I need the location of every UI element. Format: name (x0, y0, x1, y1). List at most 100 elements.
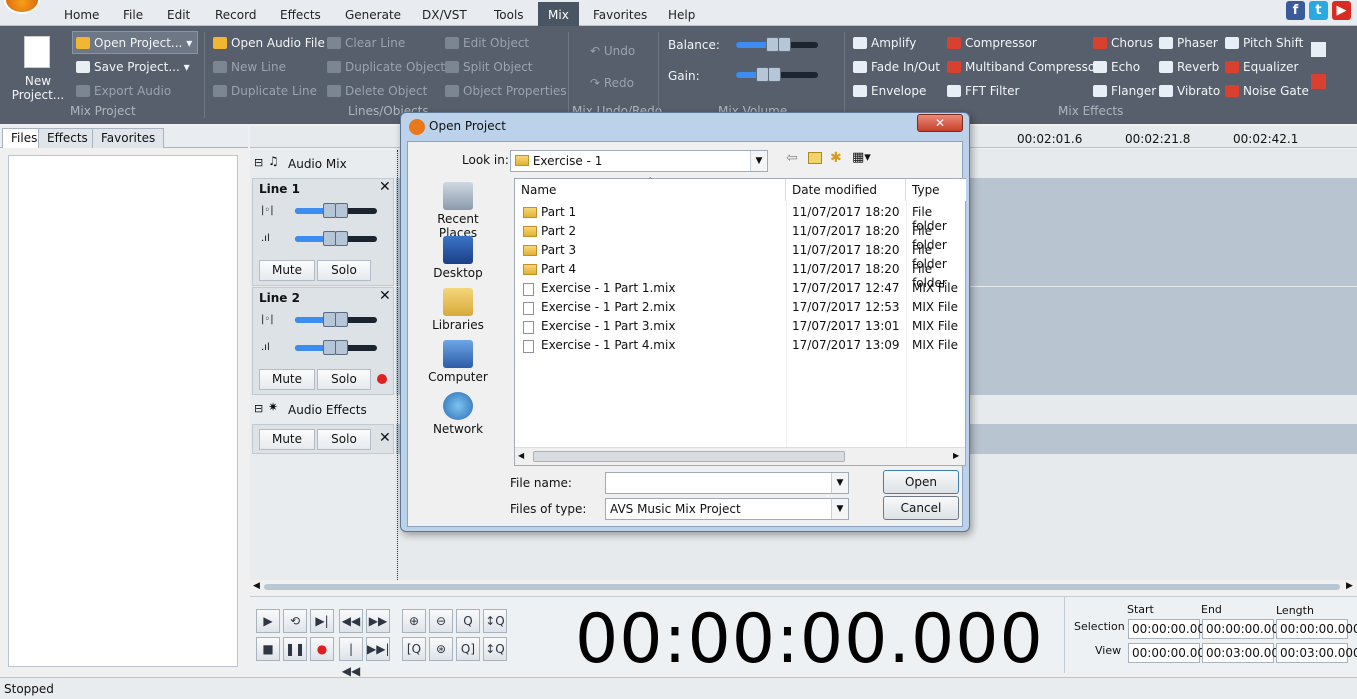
view-end-field[interactable]: 00:03:00.000 (1202, 643, 1287, 663)
tab-favorites[interactable]: Favorites (92, 128, 165, 148)
file-row[interactable]: Part 2 11/07/2017 18:20 File folder (515, 222, 965, 252)
open-button[interactable]: Open (883, 470, 959, 494)
tab-effects[interactable]: Effects (38, 128, 97, 148)
file-row[interactable]: Part 1 11/07/2017 18:20 File folder (515, 203, 965, 233)
play-to-end-icon[interactable]: ▶| (310, 609, 334, 633)
audio-mix-header[interactable]: ⊟ ♫ Audio Mix (250, 154, 396, 178)
zoom-selection-icon[interactable]: [Q (402, 637, 426, 661)
scroll-left-icon[interactable]: ◀ (518, 451, 524, 460)
noise-gate-button[interactable]: Noise Gate (1225, 84, 1309, 98)
fft-filter-button[interactable]: FFT Filter (947, 84, 1019, 98)
duplicate-line-button[interactable]: Duplicate Line (213, 84, 317, 98)
split-object-button[interactable]: Split Object (445, 60, 533, 74)
amplify-button[interactable]: Amplify (853, 36, 916, 50)
cancel-button[interactable]: Cancel (883, 496, 959, 520)
balance-knob-2[interactable] (778, 37, 791, 52)
zoom-fit-icon[interactable]: ⊛ (429, 637, 453, 661)
selection-end-field[interactable]: 00:00:00.000 (1202, 619, 1287, 639)
menu-mix[interactable]: Mix (538, 2, 579, 26)
zoom-right-icon[interactable]: Q] (456, 637, 480, 661)
line1-balance-slider[interactable] (295, 203, 377, 218)
gain-slider[interactable] (736, 67, 818, 82)
files-of-type-select[interactable]: AVS Music Mix Project ▼ (605, 498, 849, 520)
effect-extra-2-icon[interactable] (1311, 74, 1326, 89)
chevron-down-icon[interactable]: ▼ (750, 151, 767, 171)
play-icon[interactable]: ▶ (256, 609, 280, 633)
go-to-end-icon[interactable]: ▶▶| (366, 637, 390, 661)
effects-mute-button[interactable]: Mute (259, 429, 315, 450)
youtube-icon[interactable]: ▶ (1332, 1, 1351, 20)
place-libraries[interactable]: Libraries (420, 288, 496, 332)
loop-icon[interactable]: ⟲ (283, 609, 307, 633)
flanger-button[interactable]: Flanger (1093, 84, 1156, 98)
open-project-button[interactable]: Open Project... ▾ (76, 36, 192, 50)
close-icon[interactable]: ✕ (917, 114, 963, 132)
record-icon[interactable]: ● (310, 637, 334, 661)
list-hscroll[interactable]: ◀ ▶ (515, 447, 965, 465)
new-project-button[interactable]: New Project... (10, 74, 66, 102)
undo-button[interactable]: ↶ Undo (590, 44, 635, 58)
menu-help[interactable]: Help (668, 8, 695, 22)
chevron-down-icon[interactable]: ▼ (831, 499, 848, 519)
line2-solo-button[interactable]: Solo (317, 369, 371, 390)
gain-knob-2[interactable] (768, 67, 781, 82)
menu-edit[interactable]: Edit (167, 8, 190, 22)
save-project-button[interactable]: Save Project... ▾ (76, 60, 190, 74)
clear-line-button[interactable]: Clear Line (327, 36, 405, 50)
effects-solo-button[interactable]: Solo (317, 429, 371, 450)
menu-record[interactable]: Record (215, 8, 256, 22)
record-arm-icon[interactable] (377, 374, 387, 384)
close-icon[interactable]: ✕ (379, 430, 391, 446)
place-desktop[interactable]: Desktop (420, 236, 496, 280)
collapse-icon[interactable]: ⊟ (254, 402, 263, 415)
balance-slider[interactable] (736, 37, 818, 52)
duplicate-object-button[interactable]: Duplicate Object (327, 60, 445, 74)
new-line-button[interactable]: New Line (213, 60, 286, 74)
selection-start-field[interactable]: 00:00:00.000 (1128, 619, 1213, 639)
zoom-100-icon[interactable]: Q (456, 609, 480, 633)
zoom-vertical-icon[interactable]: ↕Q (483, 609, 507, 633)
redo-button[interactable]: ↷ Redo (590, 76, 634, 90)
view-menu-icon[interactable]: ▦▾ (852, 150, 871, 165)
col-date[interactable]: Date modified (786, 179, 906, 201)
line2-gain-slider[interactable] (295, 340, 377, 355)
rewind-icon[interactable]: ◀◀ (339, 609, 363, 633)
line2-balance-slider[interactable] (295, 312, 377, 327)
menu-tools[interactable]: Tools (494, 8, 524, 22)
file-row[interactable]: Exercise - 1 Part 2.mix 17/07/2017 12:53 M… (515, 298, 965, 317)
object-properties-button[interactable]: Object Properties (445, 84, 567, 98)
fast-forward-icon[interactable]: ▶▶ (366, 609, 390, 633)
equalizer-button[interactable]: Equalizer (1225, 60, 1298, 74)
scroll-right-icon[interactable]: ▶ (1346, 581, 1353, 591)
file-list[interactable]: Name ⌃ Date modified Type Part 1 11/07/20… (514, 176, 966, 466)
echo-button[interactable]: Echo (1093, 60, 1140, 74)
menu-home[interactable]: Home (64, 8, 99, 22)
zoom-out-icon[interactable]: ⊖ (429, 609, 453, 633)
effect-extra-icon[interactable] (1311, 42, 1326, 57)
pitch-shift-button[interactable]: Pitch Shift (1225, 36, 1303, 50)
chevron-down-icon[interactable]: ▼ (831, 473, 848, 493)
menu-dxvst[interactable]: DX/VST (422, 8, 467, 22)
vibrato-button[interactable]: Vibrato (1159, 84, 1220, 98)
scroll-left-icon[interactable]: ◀ (253, 581, 260, 591)
new-folder-icon[interactable]: ✱ (830, 150, 842, 166)
chorus-button[interactable]: Chorus (1093, 36, 1153, 50)
envelope-button[interactable]: Envelope (853, 84, 926, 98)
file-row[interactable]: Exercise - 1 Part 3.mix 17/07/2017 13:01 M… (515, 317, 965, 336)
app-logo-icon[interactable] (4, 0, 40, 14)
menu-file[interactable]: File (123, 8, 143, 22)
place-computer[interactable]: Computer (420, 340, 496, 384)
slider-knob[interactable] (335, 231, 348, 246)
slider-knob[interactable] (335, 312, 348, 327)
fade-button[interactable]: Fade In/Out (853, 60, 940, 74)
facebook-icon[interactable]: f (1286, 1, 1305, 20)
twitter-icon[interactable]: t (1309, 1, 1328, 20)
line1-mute-button[interactable]: Mute (259, 260, 315, 281)
view-length-field[interactable]: 00:03:00.000 (1276, 643, 1357, 663)
zoom-vertical-out-icon[interactable]: ↕Q (483, 637, 507, 661)
close-icon[interactable]: ✕ (379, 179, 391, 195)
up-folder-icon[interactable] (808, 152, 822, 164)
scroll-right-icon[interactable]: ▶ (953, 451, 959, 460)
line2-mute-button[interactable]: Mute (259, 369, 315, 390)
close-icon[interactable]: ✕ (379, 288, 391, 304)
